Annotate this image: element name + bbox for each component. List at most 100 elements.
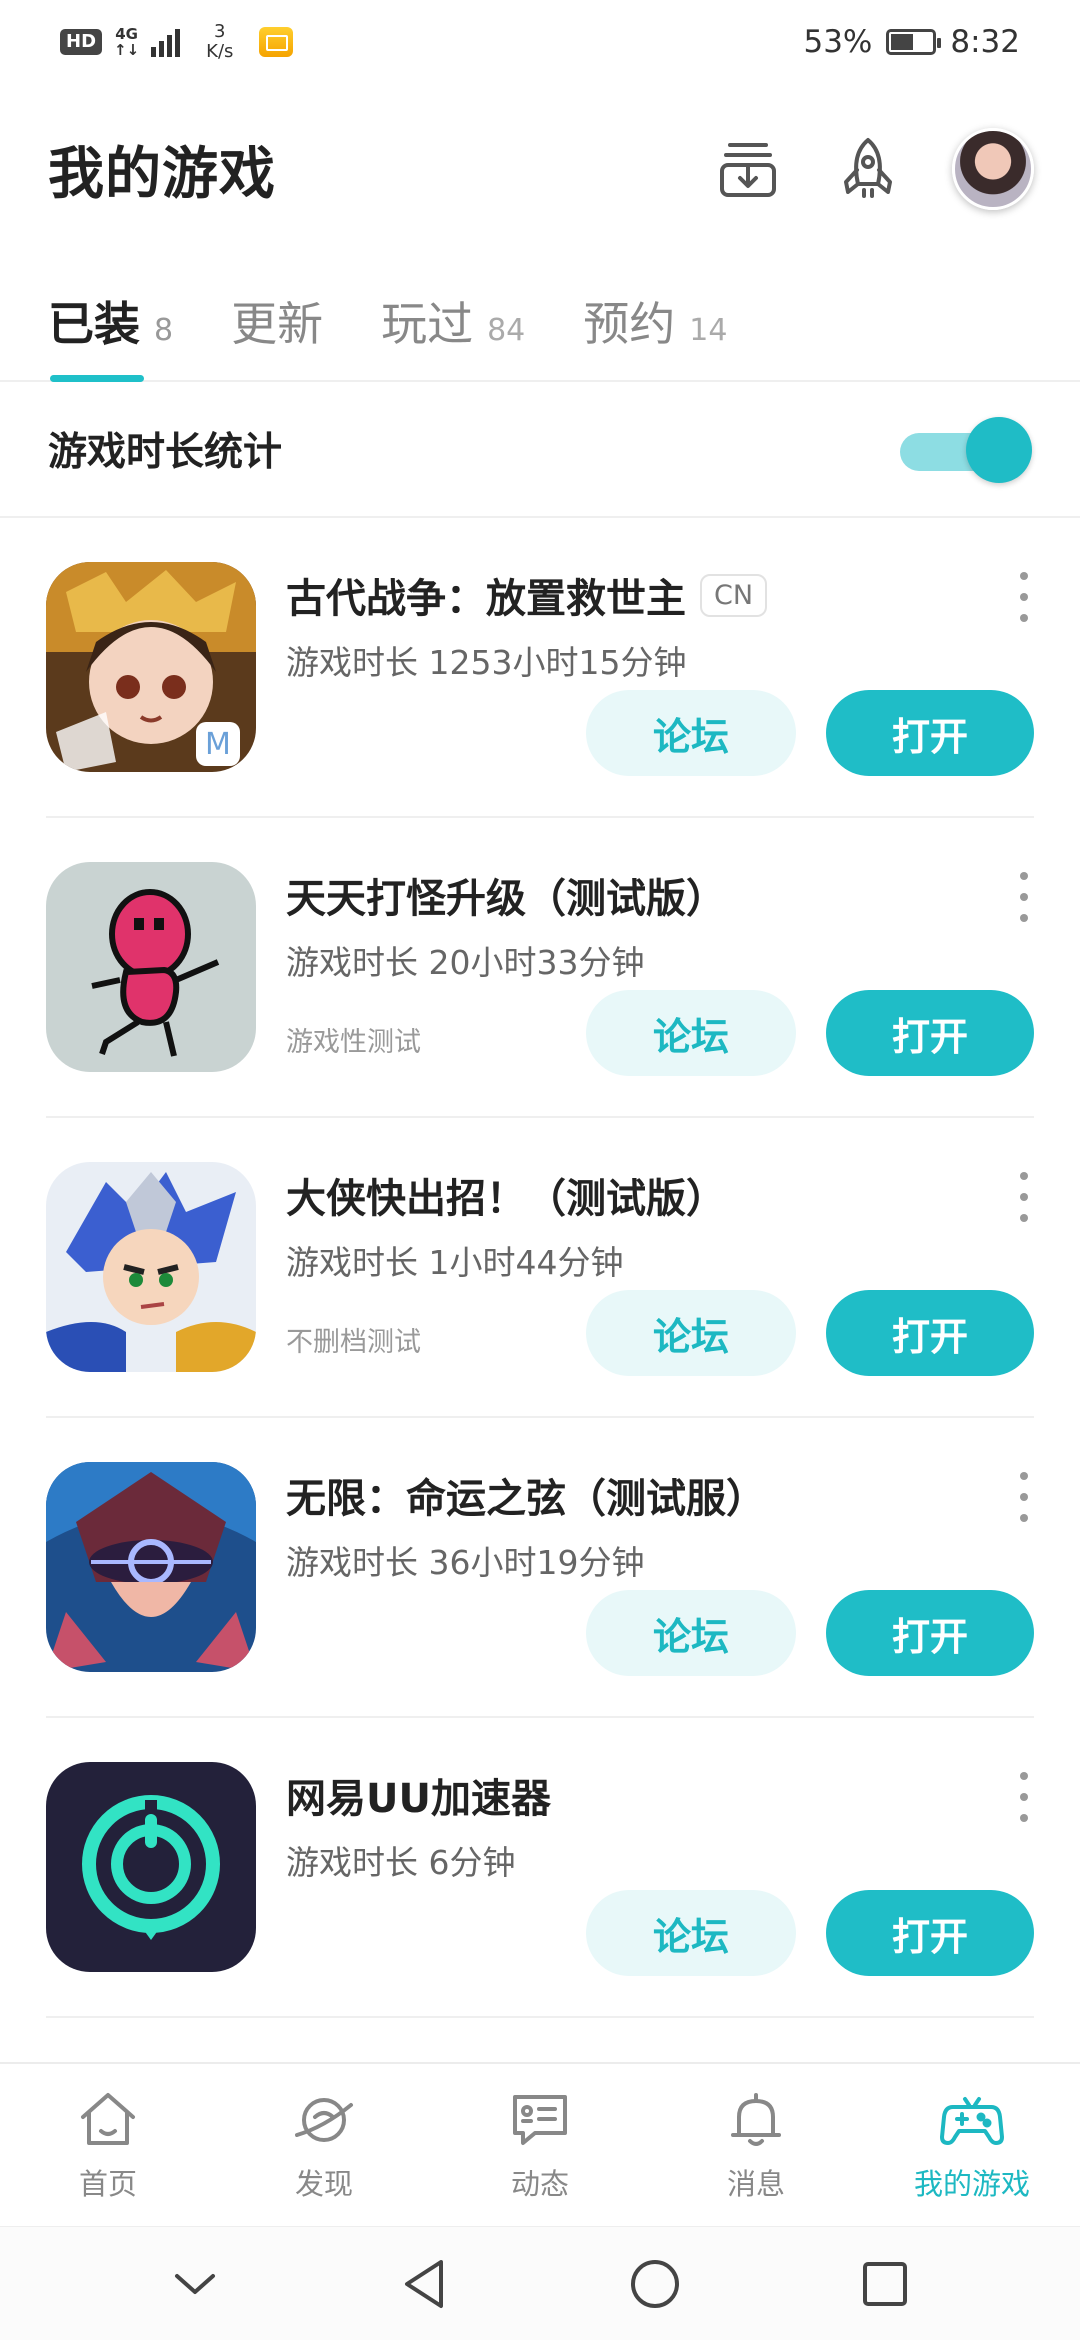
- forum-button[interactable]: 论坛: [586, 1590, 796, 1676]
- recents-square-icon[interactable]: [853, 2252, 917, 2316]
- test-type-label: 游戏性测试: [286, 1027, 421, 1058]
- more-options-icon[interactable]: [1014, 1472, 1034, 1522]
- tab-count: 8: [154, 313, 174, 348]
- tab-bar: 已装 8 更新 玩过 84 预约 14: [0, 254, 1080, 382]
- nav-label: 发现: [294, 2167, 353, 2201]
- clock: 8:32: [950, 24, 1020, 60]
- status-bar: HD 4G ↑↓ 3 K/s 53% 8:32: [0, 0, 1080, 84]
- mail-notification-icon: [259, 27, 294, 57]
- nav-item-discover[interactable]: 发现: [216, 2087, 432, 2203]
- playtime-stats-toggle[interactable]: [900, 417, 1032, 483]
- header-actions: [712, 128, 1034, 210]
- more-options-icon[interactable]: [1014, 1172, 1034, 1222]
- nav-item-my-games[interactable]: 我的游戏: [864, 2087, 1080, 2203]
- game-playtime: 游戏时长 6分钟: [286, 1843, 516, 1882]
- active-tab-indicator: [50, 375, 144, 382]
- game-icon-ancient-war[interactable]: M: [46, 562, 256, 772]
- status-right: 53% 8:32: [803, 24, 1020, 60]
- network-speed-unit: K/s: [206, 41, 234, 62]
- game-name-text: 古代战争：放置救世主: [286, 576, 686, 622]
- game-name-text: 网易UU加速器: [286, 1776, 551, 1822]
- tab-played[interactable]: 玩过 84: [381, 254, 525, 382]
- more-options-icon[interactable]: [1014, 872, 1034, 922]
- nav-label: 首页: [78, 2167, 137, 2201]
- rocket-icon[interactable]: [832, 133, 904, 205]
- collapse-chevron-icon[interactable]: [163, 2252, 227, 2316]
- tab-updates[interactable]: 更新: [231, 254, 323, 382]
- game-name: 天天打怪升级（测试版）: [286, 866, 726, 924]
- forum-button[interactable]: 论坛: [586, 990, 796, 1076]
- game-name-text: 天天打怪升级（测试版）: [286, 876, 726, 922]
- region-tag: CN: [700, 573, 768, 617]
- network-type-label: 4G: [115, 25, 138, 43]
- game-playtime: 游戏时长 20小时33分钟: [286, 943, 645, 982]
- gamepad-icon: [940, 2097, 1004, 2145]
- game-icon-hero-strike[interactable]: [46, 1162, 256, 1372]
- download-manager-icon[interactable]: [712, 133, 784, 205]
- game-list-item[interactable]: M 古代战争：放置救世主 CN 游戏时长 1253小时15分钟 论坛 打开: [46, 518, 1034, 818]
- playtime-stats-row: 游戏时长统计: [0, 382, 1080, 518]
- home-icon: [81, 2093, 135, 2145]
- open-button[interactable]: 打开: [826, 690, 1034, 776]
- more-options-icon[interactable]: [1014, 572, 1034, 622]
- game-name: 网易UU加速器: [286, 1766, 551, 1824]
- game-list-item[interactable]: 网易UU加速器 游戏时长 6分钟 论坛 打开: [46, 1718, 1034, 2018]
- home-circle-icon[interactable]: [623, 2252, 687, 2316]
- back-triangle-icon[interactable]: [393, 2252, 457, 2316]
- open-button[interactable]: 打开: [826, 1890, 1034, 1976]
- tab-count: 84: [487, 313, 526, 348]
- status-left: HD 4G ↑↓ 3 K/s: [60, 22, 294, 62]
- tab-installed[interactable]: 已装 8: [48, 254, 173, 382]
- game-playtime: 游戏时长 1小时44分钟: [286, 1243, 624, 1282]
- svg-text:M: M: [205, 727, 231, 762]
- planet-icon: [295, 2098, 353, 2142]
- nav-label: 消息: [726, 2167, 785, 2201]
- open-button[interactable]: 打开: [826, 1590, 1034, 1676]
- game-name: 大侠快出招！（测试版）: [286, 1166, 726, 1224]
- game-list-item[interactable]: 天天打怪升级（测试版） 游戏时长 20小时33分钟 游戏性测试 论坛 打开: [46, 818, 1034, 1118]
- nav-label: 我的游戏: [913, 2167, 1030, 2201]
- network-type: 4G ↑↓: [114, 26, 139, 58]
- tab-count: 14: [689, 313, 728, 348]
- forum-button[interactable]: 论坛: [586, 690, 796, 776]
- nav-item-home[interactable]: 首页: [0, 2087, 216, 2203]
- feed-icon: [513, 2095, 567, 2145]
- game-list: M 古代战争：放置救世主 CN 游戏时长 1253小时15分钟 论坛 打开 天天…: [0, 518, 1080, 2018]
- tab-label: 更新: [231, 297, 324, 351]
- test-type-label: 不删档测试: [286, 1327, 421, 1358]
- network-activity-icon: ↑↓: [114, 41, 140, 59]
- playtime-stats-label: 游戏时长统计: [48, 430, 283, 475]
- open-button[interactable]: 打开: [826, 990, 1034, 1076]
- game-icon-infinite-fate[interactable]: [46, 1462, 256, 1672]
- forum-button[interactable]: 论坛: [586, 1290, 796, 1376]
- tab-reserved[interactable]: 预约 14: [583, 254, 727, 382]
- game-playtime: 游戏时长 36小时19分钟: [286, 1543, 645, 1582]
- nav-item-messages[interactable]: 消息: [648, 2087, 864, 2203]
- tab-label: 已装: [48, 297, 140, 351]
- game-name-text: 无限：命运之弦（测试服）: [286, 1476, 766, 1522]
- battery-fill: [891, 34, 913, 50]
- game-name-text: 大侠快出招！（测试版）: [286, 1176, 726, 1222]
- nav-label: 动态: [510, 2167, 569, 2201]
- forum-button[interactable]: 论坛: [586, 1890, 796, 1976]
- system-navigation-bar: [0, 2226, 1080, 2340]
- game-list-item[interactable]: 大侠快出招！（测试版） 游戏时长 1小时44分钟 不删档测试 论坛 打开: [46, 1118, 1034, 1418]
- network-speed-value: 3: [214, 21, 226, 42]
- toggle-knob: [966, 417, 1032, 483]
- game-icon-monster-levelup[interactable]: [46, 862, 256, 1072]
- hd-badge: HD: [60, 29, 103, 55]
- open-button[interactable]: 打开: [826, 1290, 1034, 1376]
- page-header: 我的游戏: [0, 84, 1080, 254]
- game-list-item[interactable]: 无限：命运之弦（测试服） 游戏时长 36小时19分钟 论坛 打开: [46, 1418, 1034, 1718]
- network-speed: 3 K/s: [206, 22, 233, 62]
- signal-strength-icon: [151, 27, 181, 57]
- game-icon-uu-accelerator[interactable]: [46, 1762, 256, 1972]
- game-name: 古代战争：放置救世主 CN: [286, 566, 768, 624]
- avatar[interactable]: [952, 128, 1034, 210]
- tab-label: 预约: [583, 297, 676, 351]
- nav-item-feed[interactable]: 动态: [432, 2087, 648, 2203]
- battery-percent: 53%: [803, 24, 873, 60]
- battery-icon: [886, 29, 942, 55]
- bell-icon: [731, 2093, 781, 2146]
- more-options-icon[interactable]: [1014, 1772, 1034, 1822]
